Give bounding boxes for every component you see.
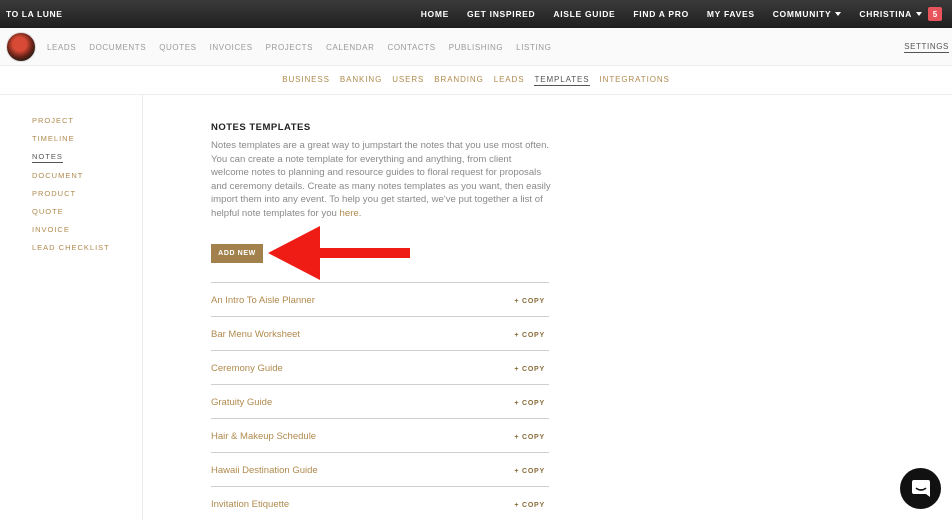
main-nav-leads[interactable]: LEADS (47, 43, 76, 52)
sidebar-item-project[interactable]: PROJECT (32, 116, 74, 126)
top-nav-get-inspired[interactable]: GET INSPIRED (467, 9, 535, 19)
top-nav-label: FIND A PRO (633, 9, 689, 19)
copy-template-button[interactable]: + COPY (514, 332, 545, 339)
template-row[interactable]: Gratuity Guide + COPY (211, 384, 549, 418)
template-row[interactable]: An Intro To Aisle Planner + COPY (211, 282, 549, 316)
main-nav-invoices[interactable]: INVOICES (210, 43, 253, 52)
intro-body: Notes templates are a great way to jumps… (211, 140, 551, 219)
top-nav-home[interactable]: HOME (421, 9, 449, 19)
chevron-down-icon (835, 12, 842, 16)
tab-business[interactable]: BUSINESS (282, 75, 330, 85)
tab-integrations[interactable]: INTEGRATIONS (600, 75, 670, 85)
top-nav-aisle-guide[interactable]: AISLE GUIDE (553, 9, 615, 19)
top-nav-label: MY FAVES (706, 9, 755, 19)
top-nav-label: COMMUNITY (772, 9, 832, 19)
red-arrow-annotation (268, 226, 410, 280)
top-nav-christina[interactable]: CHRISTINA (859, 9, 922, 19)
template-name-link[interactable]: Hair & Makeup Schedule (211, 431, 316, 442)
avatar[interactable] (6, 32, 36, 62)
brand-logo[interactable]: TO LA LUNE (6, 9, 63, 19)
top-bar: TO LA LUNE HOME GET INSPIRED AISLE GUIDE FI… (0, 0, 952, 28)
top-nav-label: GET INSPIRED (467, 9, 536, 19)
sidebar-item-product[interactable]: PRODUCT (32, 189, 76, 199)
template-name-link[interactable]: Ceremony Guide (211, 363, 283, 374)
template-row[interactable]: Hair & Makeup Schedule + COPY (211, 418, 549, 452)
copy-template-button[interactable]: + COPY (514, 434, 545, 441)
template-name-link[interactable]: Invitation Etiquette (211, 499, 289, 510)
copy-template-button[interactable]: + COPY (514, 468, 545, 475)
sidebar-item-timeline[interactable]: TIMELINE (32, 134, 75, 144)
template-row[interactable]: Bar Menu Worksheet + COPY (211, 316, 549, 350)
templates-sidebar: PROJECT TIMELINE NOTES DOCUMENT PRODUCT QUOTE… (0, 95, 143, 520)
tab-banking[interactable]: BANKING (340, 75, 382, 85)
template-name-link[interactable]: Gratuity Guide (211, 397, 272, 408)
top-nav-label: CHRISTINA (859, 9, 912, 19)
copy-template-button[interactable]: + COPY (514, 400, 545, 407)
page-title: NOTES TEMPLATES (211, 122, 311, 133)
chat-launcher-button[interactable] (900, 468, 941, 509)
copy-template-button[interactable]: + COPY (514, 298, 545, 305)
sidebar-item-document[interactable]: DOCUMENT (32, 171, 83, 181)
tab-leads[interactable]: LEADS (494, 75, 525, 85)
main-nav-listing[interactable]: LISTING (516, 43, 551, 52)
main-nav-publishing[interactable]: PUBLISHING (449, 43, 503, 52)
sidebar-item-lead-checklist[interactable]: LEAD CHECKLIST (32, 243, 110, 253)
copy-template-button[interactable]: + COPY (514, 502, 545, 509)
tab-users[interactable]: USERS (392, 75, 424, 85)
main-nav-quotes[interactable]: QUOTES (159, 43, 196, 52)
top-nav-community[interactable]: COMMUNITY (773, 9, 842, 19)
here-link[interactable]: here (340, 208, 359, 219)
template-row[interactable]: Ceremony Guide + COPY (211, 350, 549, 384)
sidebar-item-quote[interactable]: QUOTE (32, 207, 64, 217)
templates-list: An Intro To Aisle Planner + COPY Bar Menu … (211, 282, 549, 520)
tab-branding[interactable]: BRANDING (434, 75, 483, 85)
main-nav: LEADS DOCUMENTS QUOTES INVOICES PROJECTS CALE… (47, 28, 565, 66)
sidebar-item-notes[interactable]: NOTES (32, 152, 63, 164)
chevron-down-icon (916, 12, 922, 16)
copy-template-button[interactable]: + COPY (514, 366, 545, 373)
top-nav-label: AISLE GUIDE (553, 9, 616, 19)
settings-link[interactable]: SETTINGS (904, 42, 949, 53)
top-nav: HOME GET INSPIRED AISLE GUIDE FIND A PRO MY … (403, 0, 942, 28)
template-name-link[interactable]: An Intro To Aisle Planner (211, 295, 315, 306)
sidebar-item-invoice[interactable]: INVOICE (32, 225, 70, 235)
template-name-link[interactable]: Bar Menu Worksheet (211, 329, 300, 340)
template-row[interactable]: Invitation Etiquette + COPY (211, 486, 549, 520)
top-nav-find-a-pro[interactable]: FIND A PRO (633, 9, 688, 19)
main-nav-contacts[interactable]: CONTACTS (387, 43, 435, 52)
top-nav-my-faves[interactable]: MY FAVES (707, 9, 755, 19)
settings-tabs: BUSINESS BANKING USERS BRANDING LEADS TEMPLAT… (0, 66, 952, 95)
main-nav-calendar[interactable]: CALENDAR (326, 43, 374, 52)
intro-text: Notes templates are a great way to jumps… (211, 139, 551, 221)
intro-period: . (358, 207, 362, 219)
main-nav-projects[interactable]: PROJECTS (266, 43, 313, 52)
notification-badge[interactable]: 5 (928, 7, 942, 21)
app-nav-bar: LEADS DOCUMENTS QUOTES INVOICES PROJECTS CALE… (0, 28, 952, 66)
template-row[interactable]: Hawaii Destination Guide + COPY (211, 452, 549, 486)
tab-templates[interactable]: TEMPLATES (534, 75, 590, 86)
top-nav-label: HOME (420, 9, 449, 19)
template-name-link[interactable]: Hawaii Destination Guide (211, 465, 318, 476)
chat-icon (911, 479, 930, 497)
add-new-button[interactable]: ADD NEW (211, 244, 263, 263)
main-nav-documents[interactable]: DOCUMENTS (89, 43, 146, 52)
